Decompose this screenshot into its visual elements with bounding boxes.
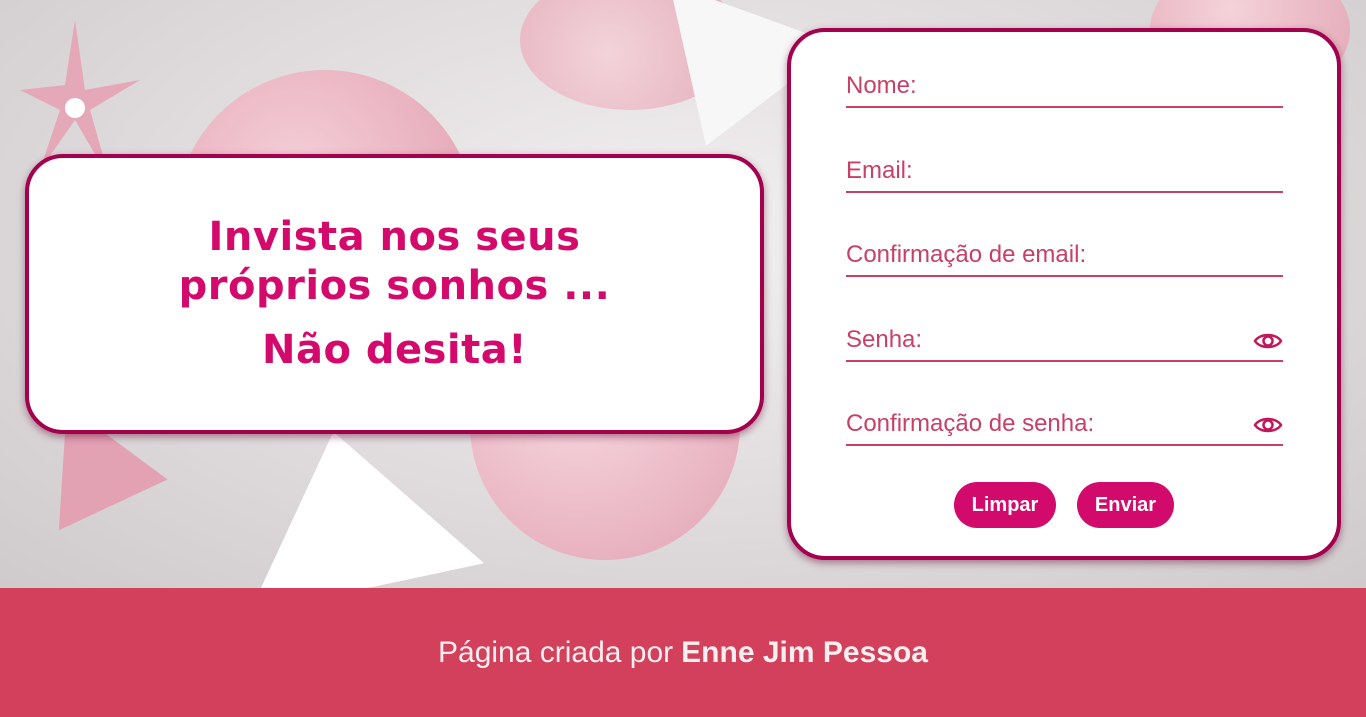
footer-author-name: Enne Jim Pessoa — [681, 635, 928, 669]
submit-button[interactable]: Enviar — [1077, 482, 1174, 528]
footer-credit-prefix: Página criada por — [438, 635, 674, 669]
email-confirm-input[interactable] — [846, 239, 1283, 271]
hero-card: Invista nos seus próprios sonhos ... Não… — [25, 154, 764, 434]
signup-form: Limpar Enviar — [787, 28, 1341, 560]
password-confirm-input[interactable] — [846, 408, 1246, 440]
password-input[interactable] — [846, 324, 1246, 356]
name-field — [846, 64, 1283, 108]
hero-subheadline: Não desita! — [261, 327, 527, 373]
show-password-eye-icon[interactable] — [1253, 328, 1283, 354]
clear-button[interactable]: Limpar — [954, 482, 1056, 528]
password-confirm-field — [846, 402, 1283, 446]
footer: Página criada por Enne Jim Pessoa — [0, 588, 1366, 717]
password-field — [846, 318, 1283, 362]
email-field — [846, 149, 1283, 193]
hero-headline: Invista nos seus próprios sonhos ... — [178, 214, 611, 309]
email-input[interactable] — [846, 155, 1283, 187]
name-input[interactable] — [846, 70, 1283, 102]
show-password-confirm-eye-icon[interactable] — [1253, 412, 1283, 438]
email-confirm-field — [846, 233, 1283, 277]
